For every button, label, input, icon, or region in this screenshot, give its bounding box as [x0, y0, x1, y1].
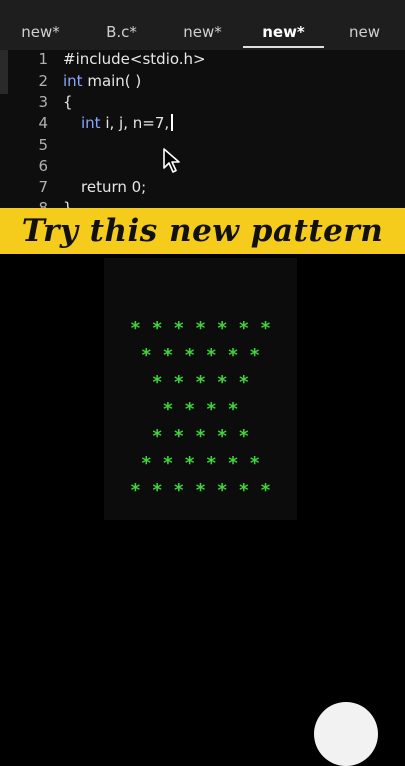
code-line: 2 int main( ) [0, 72, 405, 94]
tab-active[interactable]: new* [243, 0, 324, 50]
code-text: int main( ) [63, 72, 141, 90]
line-number: 1 [38, 50, 48, 68]
star-row: * * * * * [130, 372, 271, 393]
star-row: * * * * [130, 399, 271, 420]
tab-1[interactable]: new* [0, 0, 81, 50]
code-line: 3 { [0, 93, 405, 115]
code-text: { [63, 93, 73, 111]
code-text: } [63, 199, 73, 208]
code-line: 5 [0, 136, 405, 158]
code-line: 7 return 0; [0, 178, 405, 200]
star-row: * * * * * * * [130, 318, 271, 339]
star-row: * * * * * [130, 426, 271, 447]
code-line: 6 [0, 157, 405, 179]
code-text: #include<stdio.h> [63, 50, 206, 68]
keyword: int [81, 114, 101, 132]
code-text: return 0; [81, 178, 147, 196]
line-number: 2 [38, 72, 48, 90]
tab-b-c[interactable]: B.c* [81, 0, 162, 50]
code-rest: i, j, n=7, [100, 114, 170, 132]
code-line: 1 #include<stdio.h> [0, 50, 405, 72]
line-number: 6 [38, 157, 48, 175]
tab-3[interactable]: new* [162, 0, 243, 50]
line-number: 8 [38, 199, 48, 208]
code-rest: main( ) [82, 72, 142, 90]
line-number: 7 [38, 178, 48, 196]
mouse-pointer-icon [163, 148, 180, 173]
code-line: 8 } [0, 199, 405, 208]
banner-title: Try this new pattern [21, 213, 384, 249]
star-row: * * * * * * * [130, 480, 271, 501]
text-caret [171, 114, 174, 131]
title-banner: Try this new pattern [0, 208, 405, 254]
keyword: int [63, 72, 83, 90]
star-row: * * * * * * [130, 345, 271, 366]
tab-bar: new* B.c* new* new* new [0, 0, 405, 50]
star-row: * * * * * * [130, 453, 271, 474]
code-line: 4 int i, j, n=7, [0, 114, 405, 136]
code-text: int i, j, n=7, [81, 114, 174, 132]
tab-5[interactable]: new [324, 0, 405, 50]
floating-action-button[interactable] [314, 702, 378, 766]
line-number: 5 [38, 136, 48, 154]
line-number: 3 [38, 93, 48, 111]
pattern-output: * * * * * * * * * * * * * * * * * * * * … [104, 258, 297, 520]
line-number: 4 [38, 114, 48, 132]
code-editor[interactable]: 1 #include<stdio.h> 2 int main( ) 3 { 4 … [0, 50, 405, 208]
